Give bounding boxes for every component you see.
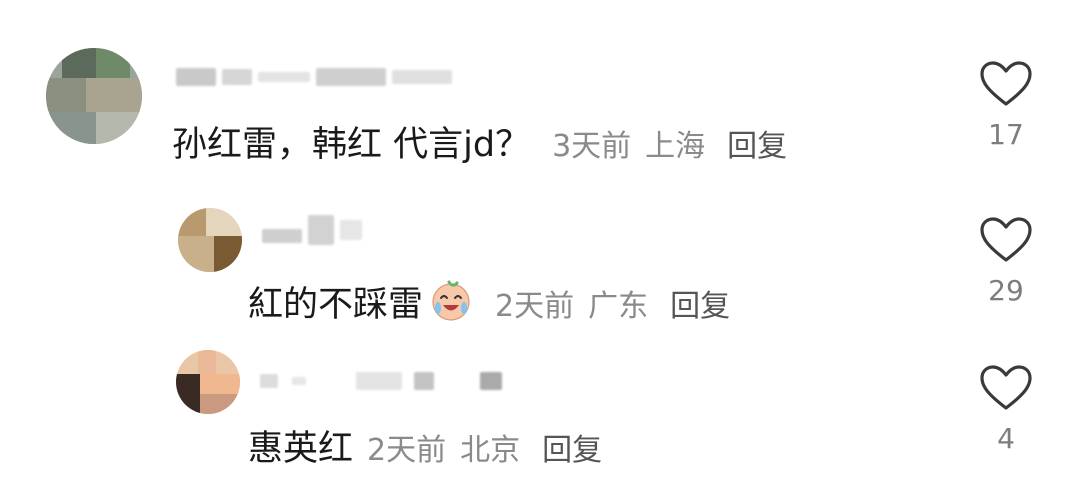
- like-count: 4: [997, 422, 1015, 455]
- reply-button[interactable]: 回复: [670, 281, 730, 325]
- heart-outline-icon: [980, 61, 1032, 106]
- username-blurred[interactable]: [176, 64, 496, 90]
- like-button[interactable]: 4: [966, 364, 1046, 455]
- comment-location: 广东: [588, 289, 649, 324]
- like-button[interactable]: 29: [966, 216, 1046, 307]
- heart-outline-icon: [980, 365, 1032, 410]
- comment-text: 紅的不踩雷: [248, 285, 424, 325]
- reply-button[interactable]: 回复: [727, 121, 787, 165]
- comment-location: 上海: [645, 129, 706, 164]
- heart-outline-icon: [980, 217, 1032, 262]
- laughing-crying-emoji-icon: [432, 280, 470, 321]
- comment-text: 惠英红: [248, 429, 354, 469]
- reply-button[interactable]: 回复: [542, 425, 602, 469]
- comment-text: 孙红雷，韩红 代言jd？: [172, 125, 531, 165]
- comment-time: 3天前: [552, 129, 632, 164]
- like-count: 17: [988, 118, 1024, 151]
- avatar[interactable]: [176, 350, 240, 414]
- like-count: 29: [988, 274, 1024, 307]
- avatar[interactable]: [178, 208, 242, 272]
- like-button[interactable]: 17: [966, 60, 1046, 151]
- comment-time: 2天前: [495, 289, 575, 324]
- username-blurred[interactable]: [260, 368, 540, 394]
- comment-location: 北京: [460, 433, 521, 468]
- username-blurred[interactable]: [262, 210, 402, 250]
- avatar[interactable]: [46, 48, 142, 144]
- comment-time: 2天前: [367, 433, 447, 468]
